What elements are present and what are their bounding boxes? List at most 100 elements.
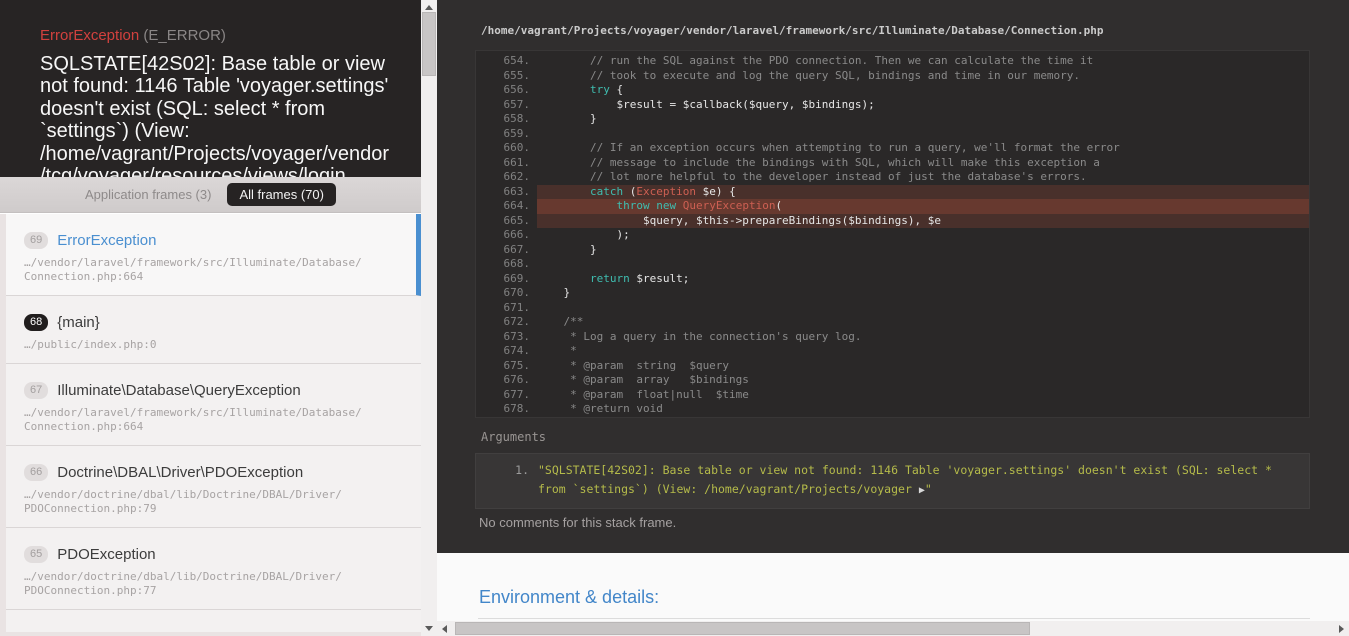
frames-tabs-bar: Application frames (3) All frames (70)	[0, 177, 421, 213]
code-line: 662. // lot more helpful to the develope…	[476, 170, 1309, 185]
code-line: 659.	[476, 127, 1309, 142]
line-number: 667.	[503, 242, 531, 256]
frames-list: 69 ErrorException …/​vendor/​laravel/​fram…	[0, 214, 421, 636]
code-line: 675. * @param string $query	[476, 359, 1309, 374]
frame-title: Illuminate\Database\QueryException	[57, 381, 301, 399]
arrow-up-icon	[425, 5, 433, 10]
vertical-scrollbar-thumb[interactable]	[422, 12, 436, 76]
frame-path: …/​vendor/​doctrine/​dbal/​lib/​Doctrine…	[24, 488, 342, 515]
line-number: 660.	[503, 141, 531, 154]
left-panel-scrollbar[interactable]	[421, 0, 437, 636]
exception-severity: (E_ERROR)	[143, 27, 226, 44]
code-token: *	[537, 344, 577, 357]
environment-heading: Environment & details:	[479, 587, 660, 607]
code-content: }	[537, 243, 1309, 258]
code-token: }	[537, 286, 571, 299]
code-token: throw	[616, 199, 650, 212]
stack-frame-69[interactable]: 69 ErrorException …/​vendor/​laravel/​fram…	[6, 214, 421, 296]
code-content: // took to execute and log the query SQL…	[537, 69, 1309, 84]
code-token: * @return void	[537, 402, 663, 415]
code-content: }	[537, 112, 1309, 127]
code-token: }	[537, 112, 597, 125]
code-token: (	[775, 199, 783, 212]
code-line: 663. catch (Exception $e) {	[476, 184, 1309, 199]
code-token: catch	[589, 184, 624, 198]
code-content: throw new QueryException(	[537, 199, 1309, 214]
scroll-down-button[interactable]	[421, 621, 437, 636]
frame-title-row: 65 PDOException	[24, 545, 401, 563]
stack-frame-67[interactable]: 67 Illuminate\Database\QueryException …/​v…	[6, 364, 421, 446]
code-line: 658. }	[476, 112, 1309, 127]
code-token: {	[609, 83, 624, 96]
code-content: *	[537, 344, 1309, 359]
frame-title: {main}	[57, 313, 100, 331]
code-content	[537, 257, 1309, 272]
stack-frame-65[interactable]: 65 PDOException …/​vendor/​doctrine/​dbal/…	[6, 528, 421, 610]
frame-path: …/​vendor/​laravel/​framework/​src/​Illu…	[24, 406, 362, 433]
exception-class: ErrorException	[40, 27, 140, 44]
code-content: * @param float|null $time	[537, 388, 1309, 403]
code-line: 666. );	[476, 228, 1309, 243]
line-number: 671.	[503, 300, 531, 314]
code-token: /**	[537, 315, 584, 328]
argument-closing-quote: "	[924, 482, 932, 496]
code-block: 654. // run the SQL against the PDO conn…	[475, 50, 1310, 418]
line-number: 674.	[503, 344, 531, 357]
exception-message: SQLSTATE[42S02]: Base table or view not …	[40, 53, 390, 177]
line-number: 669.	[503, 271, 531, 285]
code-token: // If an exception occurs when attemptin…	[537, 141, 1120, 154]
code-line: 665. $query, $this->prepareBindings($bin…	[476, 213, 1309, 228]
code-content: catch (Exception $e) {	[537, 184, 1309, 199]
code-content: * @return void	[537, 402, 1309, 417]
tab-all-frames[interactable]: All frames (70)	[227, 183, 336, 206]
code-content: // message to include the bindings with …	[537, 156, 1309, 171]
line-number: 656.	[503, 83, 531, 96]
code-line: 677. * @param float|null $time	[476, 388, 1309, 403]
frame-title-row: 69 ErrorException	[24, 231, 396, 249]
arguments-label: Arguments	[481, 430, 547, 444]
file-path-header: /home/vagrant/Projects/voyager/vendor/la…	[481, 24, 1104, 37]
scroll-right-button[interactable]	[1334, 621, 1349, 636]
code-token: (	[623, 184, 637, 198]
frame-title-row: 66 Doctrine\DBAL\Driver\PDOException	[24, 463, 401, 481]
frame-path: …/​vendor/​doctrine/​dbal/​lib/​Doctrine…	[24, 570, 342, 597]
stack-frame-66[interactable]: 66 Doctrine\DBAL\Driver\PDOException …/​ve…	[6, 446, 421, 528]
stack-frame[interactable]	[6, 610, 421, 632]
code-line: 660. // If an exception occurs when atte…	[476, 141, 1309, 156]
tab-application-frames[interactable]: Application frames (3)	[85, 187, 211, 202]
code-token: // message to include the bindings with …	[537, 155, 1100, 169]
code-line: 656. try {	[476, 83, 1309, 98]
line-number: 664.	[503, 199, 531, 212]
line-number: 675.	[503, 358, 531, 372]
line-number: 657.	[503, 97, 531, 111]
code-token: $e) {	[695, 184, 736, 198]
code-token: }	[537, 242, 597, 256]
frame-code-panel: /home/vagrant/Projects/voyager/vendor/la…	[437, 0, 1349, 636]
code-token: return	[589, 271, 630, 285]
code-token: $result = $callback($query, $bindings);	[537, 97, 875, 111]
line-number: 658.	[503, 112, 531, 125]
code-content: /**	[537, 315, 1309, 330]
code-token: // took to execute and log the query SQL…	[537, 68, 1081, 82]
horizontal-scrollbar[interactable]	[437, 621, 1349, 636]
code-token: // lot more helpful to the developer ins…	[537, 170, 1087, 183]
frame-title: Doctrine\DBAL\Driver\PDOException	[57, 463, 304, 481]
code-content	[537, 301, 1309, 316]
exception-panel: ErrorException (E_ERROR) SQLSTATE[42S02]…	[0, 0, 421, 636]
code-content: // lot more helpful to the developer ins…	[537, 170, 1309, 185]
code-content: * @param string $query	[537, 359, 1309, 374]
code-content: );	[537, 228, 1309, 243]
code-content: }	[537, 286, 1309, 301]
scroll-left-button[interactable]	[437, 621, 452, 636]
exception-title-row: ErrorException (E_ERROR)	[40, 27, 393, 45]
horizontal-scrollbar-thumb[interactable]	[455, 622, 1030, 635]
frame-title: ErrorException	[57, 231, 157, 249]
stack-frame-68[interactable]: 68 {main} …/​public/​index.php:0	[6, 296, 421, 364]
line-number: 676.	[503, 373, 531, 386]
no-comments-text: No comments for this stack frame.	[479, 515, 677, 530]
code-token: $result;	[629, 271, 690, 285]
line-number: 665.	[503, 213, 531, 227]
